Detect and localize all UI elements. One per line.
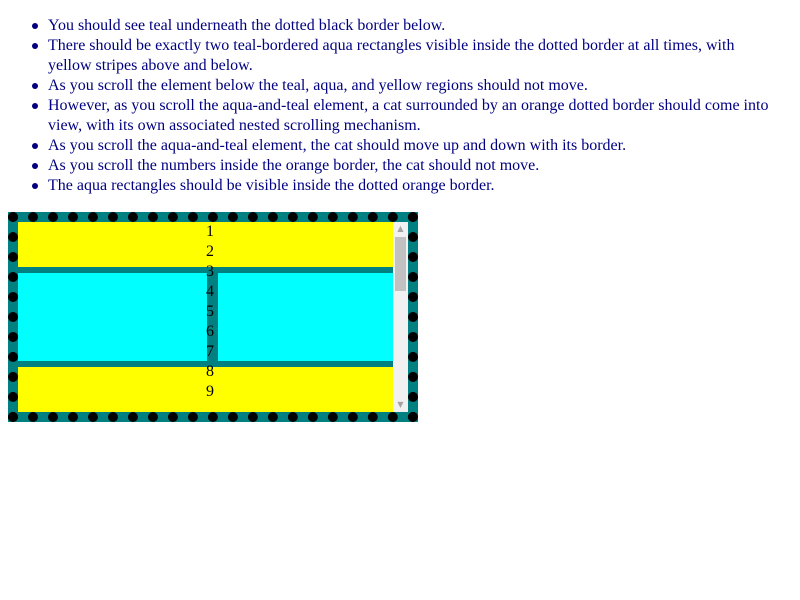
number-item: 8 [206,363,214,380]
instruction-list: You should see teal underneath the dotte… [0,0,778,196]
instruction-item: However, as you scroll the aqua-and-teal… [32,96,778,136]
number-item: 7 [206,343,214,360]
scroll-up-icon[interactable]: ▲ [393,222,408,236]
number-item: 5 [206,303,214,320]
number-item: 1 [206,223,214,240]
instruction-item: The aqua rectangles should be visible in… [32,176,778,196]
instruction-item: As you scroll the numbers inside the ora… [32,156,778,176]
aqua-rectangle-left [18,273,207,361]
number-item: 2 [206,243,214,260]
number-list: 1 2 3 4 5 6 7 8 9 [206,222,230,402]
instruction-item: As you scroll the element below the teal… [32,76,778,96]
scroll-down-icon[interactable]: ▼ [393,398,408,412]
scrollbar-thumb[interactable] [395,237,406,291]
number-item: 9 [206,383,214,400]
instruction-item: As you scroll the aqua-and-teal element,… [32,136,778,156]
number-item: 6 [206,323,214,340]
number-item: 3 [206,263,214,280]
aqua-rectangle-right [218,273,393,361]
instruction-item: There should be exactly two teal-bordere… [32,36,778,76]
dotted-black-border-box: 1 2 3 4 5 6 7 8 9 ▲ ▼ [8,212,418,422]
instruction-item: You should see teal underneath the dotte… [32,16,778,36]
scroll-container[interactable]: 1 2 3 4 5 6 7 8 9 [18,222,393,412]
vertical-scrollbar[interactable]: ▲ ▼ [393,222,408,412]
number-item: 4 [206,283,214,300]
